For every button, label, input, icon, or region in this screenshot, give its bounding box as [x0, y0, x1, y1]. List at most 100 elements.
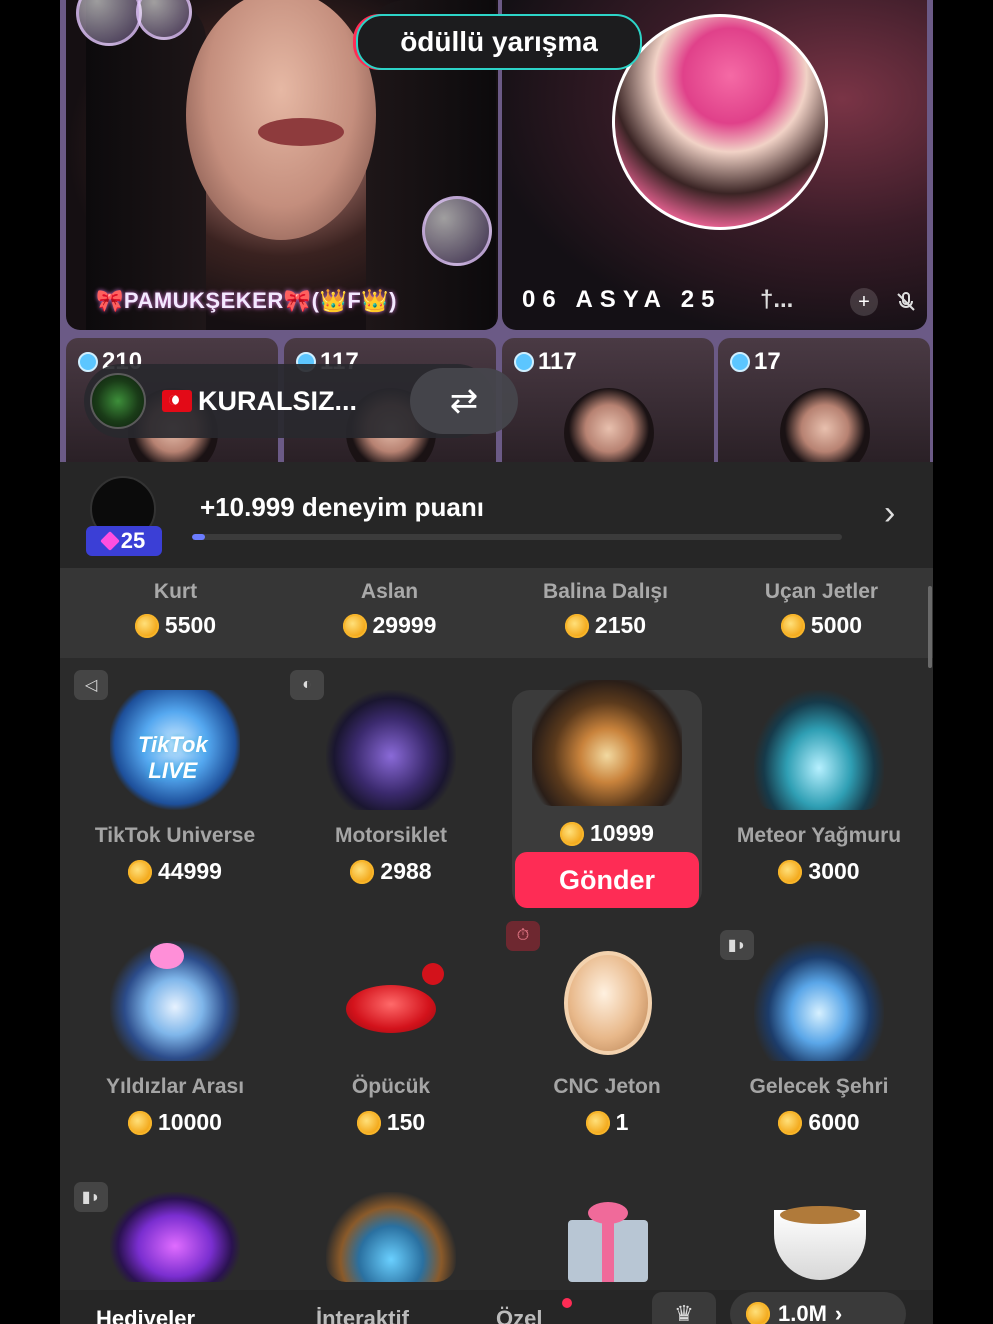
gift-price: 10000 [72, 1109, 278, 1136]
featured-gift-name: Aslan [360, 580, 419, 603]
meteor-shower-icon [754, 690, 884, 810]
price-value: 5500 [164, 612, 217, 638]
level-badge: 25 [86, 526, 162, 556]
chevron-right-icon[interactable]: › [884, 494, 895, 533]
coin-icon [134, 613, 159, 638]
gift-item[interactable]: CNC Jeton 1 [504, 941, 710, 1136]
featured-gift[interactable]: Uçan Jetler 5000 [714, 580, 929, 639]
motorcycle-icon [326, 690, 456, 810]
featured-gift-name: Uçan Jetler [764, 580, 879, 603]
gift-item[interactable]: TikTok LIVE TikTok Universe 44999 [72, 690, 278, 885]
tab-gifts[interactable]: Hediyeler [96, 1306, 195, 1324]
guest-tile[interactable]: 17 [718, 338, 930, 462]
coin-balance-button[interactable]: 1.0M › [730, 1292, 906, 1324]
cnc-token-icon [542, 941, 672, 1061]
guest-tile[interactable]: 117 [502, 338, 714, 462]
featured-gift-name: Kurt [153, 580, 198, 603]
score-dot-icon [78, 352, 98, 372]
tiktok-live-logo-text: TikTok LIVE [138, 732, 208, 783]
featured-gift-name: Balina Dalışı [543, 580, 668, 603]
price-value: 6000 [808, 1109, 860, 1135]
tab-special[interactable]: Özel [496, 1306, 542, 1324]
score-dot-icon [514, 352, 534, 372]
gift-item[interactable] [716, 1192, 922, 1282]
gift-name: Motorsiklet [334, 824, 447, 847]
featured-gift[interactable]: Aslan 29999 [282, 580, 497, 639]
kiss-lips-icon [326, 941, 456, 1061]
scrollbar[interactable] [928, 586, 932, 668]
gift-name: Meteor Yağmuru [736, 824, 902, 847]
dragon-gift-icon [110, 1192, 240, 1282]
coin-icon [780, 613, 805, 638]
future-city-icon [754, 941, 884, 1061]
featured-gifts-row: Kurt 5500 Aslan 29999 Balina Dalışı 2150… [60, 568, 933, 658]
notification-dot [562, 1298, 572, 1308]
price-value: 2150 [594, 612, 647, 638]
swap-icon[interactable]: ⇄ [410, 368, 518, 434]
muted-mic-icon[interactable] [892, 288, 920, 316]
gift-price: 2988 [288, 858, 494, 885]
crown-icon[interactable]: ♛ [652, 1292, 716, 1324]
coin-icon [128, 859, 153, 884]
gift-name: Öpücük [351, 1075, 431, 1098]
gift-item[interactable] [504, 1192, 710, 1282]
gift-item[interactable] [288, 1192, 494, 1282]
gift-item[interactable]: Öpücük 150 [288, 941, 494, 1136]
xp-progress-track [192, 534, 842, 540]
gift-name: Gelecek Şehri [749, 1075, 889, 1098]
xp-progress-fill [192, 534, 205, 540]
featured-gift-price: 2150 [498, 612, 713, 639]
gem-icon [99, 531, 120, 551]
featured-gift-price: 29999 [282, 612, 497, 639]
send-gift-button[interactable]: Gönder [515, 852, 699, 908]
tiktok-universe-icon: TikTok LIVE [110, 690, 240, 810]
timer-icon: ⏱ [506, 921, 540, 951]
coffee-surface [780, 1206, 860, 1224]
price-value: 1 [615, 1109, 629, 1135]
gift-price: 1 [504, 1109, 710, 1136]
hair-left [86, 0, 206, 330]
tab-interactive[interactable]: İnteraktif [316, 1306, 409, 1324]
turkey-flag-icon [162, 390, 192, 412]
gift-item[interactable]: Gelecek Şehri 6000 [716, 941, 922, 1136]
host-lips [258, 118, 344, 146]
chevron-right-icon: › [834, 1301, 843, 1324]
featured-gift-price: 5500 [68, 612, 283, 639]
coffee-cup-icon [754, 1192, 884, 1282]
coin-token-shape [564, 951, 652, 1055]
coin-icon [564, 613, 589, 638]
gift-item[interactable]: Meteor Yağmuru 3000 [716, 690, 922, 885]
xp-progress-row[interactable]: 25 +10.999 deneyim puanı › [60, 462, 933, 568]
team-avatar[interactable] [90, 373, 146, 429]
featured-gift-price: 5000 [714, 612, 929, 639]
featured-gift[interactable]: Balina Dalışı 2150 [498, 580, 713, 639]
coin-icon [342, 613, 367, 638]
price-value: 10999 [590, 820, 654, 846]
add-icon[interactable]: + [850, 288, 878, 316]
gift-price: 6000 [716, 1109, 922, 1136]
live-multi-guest-area: 🎀PAMUKŞEKER🎀(👑F👑) 06 ASYA 25 †... + ödül… [60, 0, 933, 462]
heart-balloon-icon [150, 943, 184, 969]
coin-icon [128, 1110, 153, 1135]
level-value: 25 [120, 528, 146, 553]
megaphone-icon: ◁ [74, 670, 108, 700]
gift-name: TikTok Universe [94, 824, 256, 847]
heart-bubble-effect [422, 196, 492, 266]
guest-score-value: 117 [538, 348, 577, 375]
team-pill[interactable]: KURALSIZ... ⇄ [84, 364, 518, 438]
coin-icon [560, 821, 585, 846]
gift-item[interactable] [504, 680, 710, 806]
gift-item[interactable]: Motorsiklet 2988 [288, 690, 494, 885]
app-screen: 🎀PAMUKŞEKER🎀(👑F👑) 06 ASYA 25 †... + ödül… [60, 0, 933, 1324]
featured-gift[interactable]: Kurt 5500 [68, 580, 283, 639]
contest-banner[interactable]: ödüllü yarışma [356, 14, 642, 70]
host-right-name: 06 ASYA 25 [522, 286, 722, 313]
price-value: 2988 [380, 858, 432, 884]
video-tag-icon: ▮◗ [720, 930, 754, 960]
video-tag-icon: ▮◗ [74, 1182, 108, 1212]
gift-item[interactable]: Yıldızlar Arası 10000 [72, 941, 278, 1136]
palette-icon: ◐ [290, 670, 324, 700]
price-value: 150 [386, 1109, 426, 1135]
host-right-avatar[interactable] [612, 14, 828, 230]
coral-reef-icon [326, 1192, 456, 1282]
